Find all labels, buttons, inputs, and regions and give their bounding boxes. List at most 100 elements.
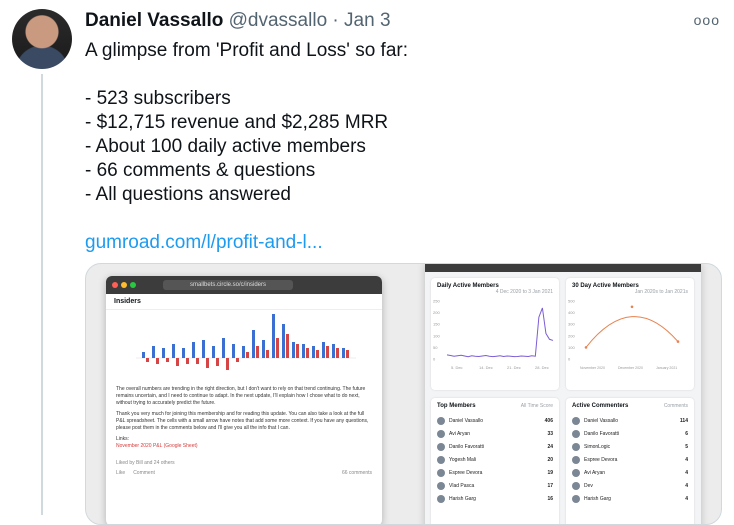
a30-x-tick: December 2020	[618, 366, 643, 370]
bar-blue	[322, 342, 325, 358]
a30-x-tick: November 2020	[580, 366, 605, 370]
commenters-filter: Comments	[663, 403, 688, 409]
top-members-card: Top Members All Time Score Daniel Vassall…	[431, 398, 559, 524]
member-name: Yogesh Mali	[449, 456, 477, 463]
dau-card: Daily Active Members 4 Dec 2020 to 3 Jan …	[431, 278, 559, 390]
a30-x-tick: January 2021	[656, 366, 677, 370]
dau-x-tick: 28. Dec	[535, 365, 549, 370]
active30-line-chart: 500 400 300 200 100 0 November 2020 December 20…	[568, 299, 680, 370]
bar-blue	[242, 346, 245, 358]
bar-red	[276, 338, 279, 358]
dau-title: Daily Active Members	[437, 283, 499, 289]
author-name[interactable]: Daniel Vassallo	[85, 10, 223, 31]
commenters-list: Daniel Vassallo 114 Danilo Favoratti 6 Simon…	[566, 414, 694, 505]
member-value: 5	[685, 443, 688, 450]
member-row: Daniel Vassallo 114	[566, 414, 694, 427]
member-row: Harish Garg 4	[566, 492, 694, 505]
member-name: Dev	[584, 482, 593, 489]
author-handle[interactable]: @dvassallo	[229, 10, 328, 31]
bar-red	[256, 346, 259, 358]
active30-card: 30 Day Active Members Jan 2020s to Jan 20…	[566, 278, 694, 390]
bar-blue	[282, 324, 285, 358]
author-avatar[interactable]	[12, 9, 72, 69]
tweet-date[interactable]: Jan 3	[344, 10, 390, 31]
bar-red	[216, 358, 219, 366]
member-avatar	[437, 494, 445, 503]
tweet-header: Daniel Vassallo @dvassallo · Jan 3	[85, 10, 391, 32]
bar-red	[346, 350, 349, 358]
member-row: Dev 4	[566, 479, 694, 492]
member-value: 20	[547, 456, 553, 463]
thread-line	[41, 74, 43, 515]
zoom-dot-icon	[130, 282, 136, 288]
member-value: 114	[679, 417, 688, 424]
bar-red	[156, 358, 159, 364]
a30-y-tick: 400	[568, 310, 575, 315]
member-name: Daniel Vassallo	[584, 417, 619, 424]
a30-point	[630, 305, 634, 309]
browser-toolbar: smallbets.circle.so/c/insiders	[106, 276, 382, 294]
bar-red	[146, 358, 149, 362]
a30-y-tick: 200	[568, 333, 575, 338]
top-members-list: Daniel Vassallo 406 Avi Aryan 33 Danilo Favo…	[431, 414, 559, 505]
member-name: Danilo Favoratti	[584, 430, 620, 437]
bar-blue	[332, 344, 335, 358]
member-row: Espree Devora 4	[566, 453, 694, 466]
member-avatar	[572, 429, 580, 438]
comment-label: Comment	[133, 470, 155, 476]
bar-blue	[272, 314, 275, 358]
bar-blue	[232, 344, 235, 358]
separator: ·	[332, 10, 339, 31]
active30-title: 30 Day Active Members	[572, 283, 639, 289]
member-avatar	[572, 468, 580, 477]
member-avatar	[437, 416, 445, 425]
bar-red	[186, 358, 189, 364]
browser-url: smallbets.circle.so/c/insiders	[163, 280, 293, 290]
insiders-screenshot: smallbets.circle.so/c/insiders Insiders …	[106, 276, 382, 524]
more-options-icon[interactable]: ooo	[694, 12, 720, 28]
bar-blue	[262, 340, 265, 358]
member-avatar	[437, 468, 445, 477]
top-members-filter: All Time Score	[520, 403, 553, 409]
tweet-media[interactable]: smallbets.circle.so/c/insiders Insiders …	[85, 263, 722, 525]
member-value: 24	[547, 443, 553, 450]
member-name: Danilo Favoratti	[449, 443, 485, 450]
member-avatar	[572, 481, 580, 490]
member-row: Avi Aryan 4	[566, 466, 694, 479]
tweet-link[interactable]: gumroad.com/l/profit-and-l...	[85, 232, 323, 254]
member-avatar	[437, 481, 445, 490]
update-paragraph-2: Thank you very much for joining this mem…	[116, 411, 369, 431]
a30-y-tick: 0	[568, 357, 571, 362]
bar-blue	[162, 348, 165, 358]
member-value: 17	[547, 482, 553, 489]
member-value: 4	[685, 469, 688, 476]
member-value: 6	[685, 430, 688, 437]
member-avatar	[437, 455, 445, 464]
member-avatar	[572, 442, 580, 451]
member-row: Yogesh Mali 20	[431, 453, 559, 466]
a30-point	[676, 340, 680, 343]
member-value: 4	[685, 495, 688, 502]
member-name: Espree Devora	[584, 456, 618, 463]
member-name: Espree Devora	[449, 469, 483, 476]
bar-blue	[302, 344, 305, 358]
tweet-text: A glimpse from 'Profit and Loss' so far:…	[85, 40, 408, 205]
dau-y-tick: 50	[433, 345, 438, 350]
member-name: SimonLogic	[584, 443, 611, 450]
pnl-sheet-link: November 2020 P&L (Google Sheet)	[116, 443, 198, 449]
browser-toolbar-2	[425, 264, 701, 272]
pnl-bar-chart	[136, 314, 356, 370]
bar-blue	[172, 344, 175, 358]
minimize-dot-icon	[121, 282, 127, 288]
member-value: 4	[685, 456, 688, 463]
a30-point	[584, 346, 588, 349]
member-row: SimonLogic 5	[566, 440, 694, 453]
dau-y-tick: 0	[433, 357, 436, 362]
bar-red	[296, 344, 299, 358]
member-name: Harish Garg	[449, 495, 476, 502]
member-value: 4	[685, 482, 688, 489]
dau-y-tick: 150	[433, 322, 440, 327]
member-row: Danilo Favoratti 24	[431, 440, 559, 453]
bar-red	[236, 358, 239, 362]
member-row: Daniel Vassallo 406	[431, 414, 559, 427]
